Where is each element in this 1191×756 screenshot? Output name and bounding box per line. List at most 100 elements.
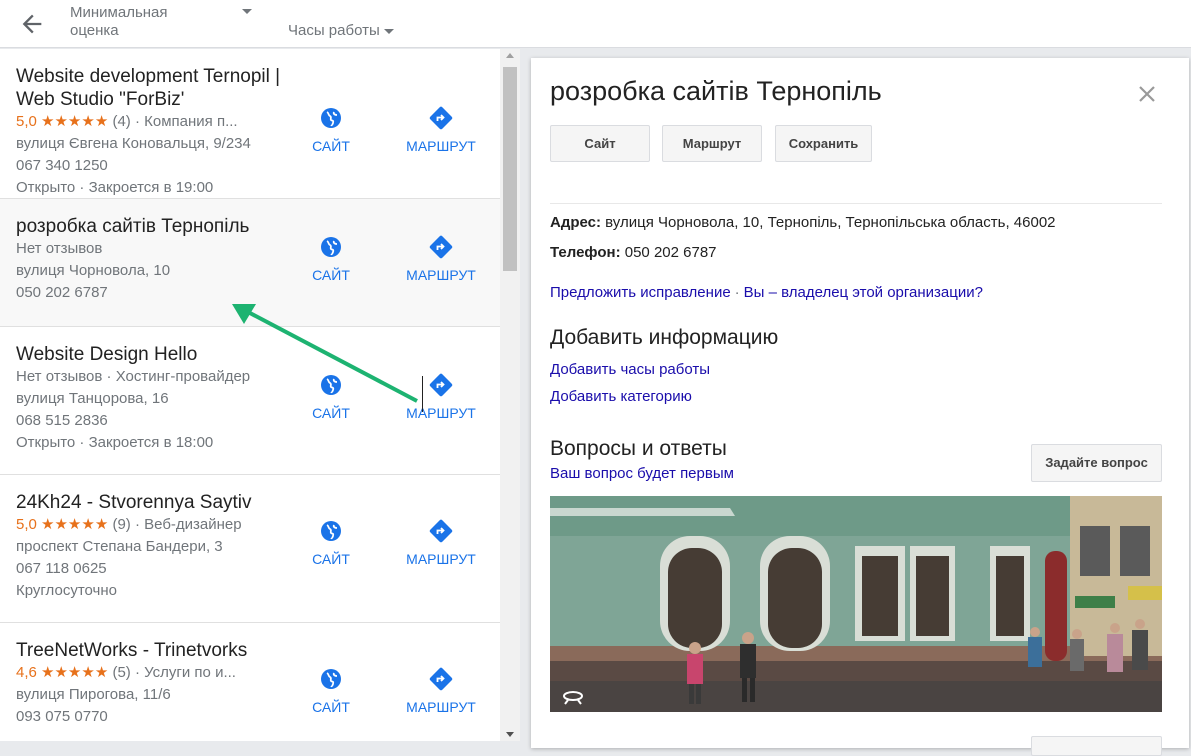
globe-icon <box>321 375 341 395</box>
site-button[interactable]: САЙТ <box>286 373 376 421</box>
suggest-edit-link[interactable]: Предложить исправление <box>550 284 731 301</box>
rating-value: 5,0 <box>16 113 37 130</box>
separator-dot: · <box>734 284 740 301</box>
rating-value: 4,6 <box>16 664 37 681</box>
result-item[interactable]: 24Kh24 - Stvorennya Saytiv 5,0 ★★★★★ (9)… <box>0 475 500 623</box>
qa-heading: Вопросы и ответы <box>550 437 727 460</box>
place-detail-panel: розробка сайтів Тернопіль Сайт Маршрут С… <box>531 58 1189 756</box>
result-item[interactable]: Website development Ternopil | Web Studi… <box>0 49 500 199</box>
qa-first-link[interactable]: Ваш вопрос будет первым <box>550 465 734 482</box>
route-button-label: МАРШРУТ <box>406 551 476 567</box>
route-button[interactable]: МАРШРУТ <box>396 373 486 421</box>
result-address: проспект Степана Бандери, 3 <box>16 538 223 555</box>
back-arrow-icon[interactable] <box>18 10 46 38</box>
directions-icon <box>429 106 453 130</box>
result-reviews: Нет отзывов · Хостинг-провайдер <box>16 368 251 385</box>
result-item[interactable]: розробка сайтів Тернопіль Нет отзывов ву… <box>0 199 500 327</box>
route-button[interactable]: МАРШРУТ <box>396 106 486 154</box>
site-button[interactable]: САЙТ <box>286 106 376 154</box>
directions-button[interactable]: Маршрут <box>662 125 762 162</box>
result-title[interactable]: 24Kh24 - Stvorennya Saytiv <box>16 491 286 514</box>
route-button-label: МАРШРУТ <box>406 267 476 283</box>
globe-icon <box>321 108 341 128</box>
site-button[interactable]: САЙТ <box>286 667 376 715</box>
result-hours: Открыто · Закроется в 18:00 <box>16 434 214 451</box>
review-count: (5) <box>112 664 131 681</box>
result-phone: 067 340 1250 <box>16 157 108 174</box>
scroll-down-icon[interactable] <box>506 732 514 737</box>
add-hours-link[interactable]: Добавить часы работы <box>550 361 710 378</box>
result-phone: 067 118 0625 <box>16 560 107 577</box>
hours-filter[interactable]: Часы работы <box>288 22 394 40</box>
scroll-up-icon[interactable] <box>506 53 514 58</box>
results-list: Website development Ternopil | Web Studi… <box>0 49 500 741</box>
result-address: вулиця Пирогова, 11/6 <box>16 686 171 703</box>
globe-icon <box>321 237 341 257</box>
result-rating-line: 4,6 ★★★★★ (5) · Услуги по и... <box>16 664 236 681</box>
hours-filter-label: Часы работы <box>288 22 380 39</box>
edit-links: Предложить исправление · Вы – владелец это… <box>550 284 983 301</box>
result-hours: Круглосуточно <box>16 582 117 599</box>
add-info-heading: Добавить информацию <box>550 326 779 349</box>
site-button[interactable]: САЙТ <box>286 235 376 283</box>
min-rating-filter[interactable]: Минимальная оценка <box>70 4 220 40</box>
result-category: Веб-дизайнер <box>144 516 242 533</box>
results-scrollbar[interactable] <box>500 49 520 741</box>
text-cursor <box>422 376 423 412</box>
address-label: Адрес: <box>550 214 601 231</box>
save-button[interactable]: Сохранить <box>775 125 872 162</box>
route-button-label: МАРШРУТ <box>406 699 476 715</box>
star-rating-icon: ★★★★★ <box>41 664 109 681</box>
result-address: вулиця Чорновола, 10 <box>16 262 171 279</box>
route-button[interactable]: МАРШРУТ <box>396 667 486 715</box>
add-category-link[interactable]: Добавить категорию <box>550 388 692 405</box>
result-rating-line: 5,0 ★★★★★ (9) · Веб-дизайнер <box>16 516 242 533</box>
result-address: вулиця Танцорова, 16 <box>16 390 169 407</box>
result-rating-line: 5,0 ★★★★★ (4) · Компания п... <box>16 113 238 130</box>
directions-icon <box>429 519 453 543</box>
result-category: Компания п... <box>144 113 238 130</box>
route-button-label: МАРШРУТ <box>406 405 476 421</box>
route-button[interactable]: МАРШРУТ <box>396 519 486 567</box>
result-phone: 068 515 2836 <box>16 412 108 429</box>
directions-icon <box>429 235 453 259</box>
result-title[interactable]: Website Design Hello <box>16 343 286 366</box>
site-button-label: САЙТ <box>312 138 350 154</box>
result-item[interactable]: Website Design Hello Нет отзывов · Хости… <box>0 327 500 475</box>
directions-icon <box>429 373 453 397</box>
street-view-photo[interactable] <box>550 496 1162 712</box>
globe-icon <box>321 669 341 689</box>
divider <box>550 203 1162 204</box>
phone-value[interactable]: 050 202 6787 <box>625 244 717 261</box>
route-button[interactable]: МАРШРУТ <box>396 235 486 283</box>
close-icon[interactable] <box>1135 82 1159 106</box>
phone-row: Телефон: 050 202 6787 <box>550 244 717 261</box>
ask-question-button[interactable]: Задайте вопрос <box>1031 444 1162 482</box>
phone-label: Телефон: <box>550 244 621 261</box>
hours-caret-icon <box>383 28 394 34</box>
star-rating-icon: ★★★★★ <box>41 516 109 533</box>
review-count: (9) <box>112 516 131 533</box>
result-address: вулиця Євгена Коновальця, 9/234 <box>16 135 251 152</box>
result-hours: Открыто · Закроется в 19:00 <box>16 179 214 196</box>
claim-business-link[interactable]: Вы – владелец этой организации? <box>744 284 983 301</box>
result-title[interactable]: TreeNetWorks - Trinetvorks <box>16 639 286 662</box>
more-button[interactable] <box>1031 736 1162 756</box>
site-button[interactable]: САЙТ <box>286 519 376 567</box>
result-title[interactable]: Website development Ternopil | Web Studi… <box>16 65 286 111</box>
star-rating-icon: ★★★★★ <box>41 113 109 130</box>
address-row: Адрес: вулиця Чорновола, 10, Тернопіль, … <box>550 214 1056 231</box>
result-item[interactable]: TreeNetWorks - Trinetvorks 4,6 ★★★★★ (5)… <box>0 623 500 741</box>
scrollbar-thumb[interactable] <box>503 67 517 271</box>
site-button-label: САЙТ <box>312 551 350 567</box>
rating-value: 5,0 <box>16 516 37 533</box>
site-button-label: САЙТ <box>312 699 350 715</box>
result-title[interactable]: розробка сайтів Тернопіль <box>16 215 286 238</box>
filter-bar: Минимальная оценка Часы работы <box>0 0 1191 48</box>
address-value: вулиця Чорновола, 10, Тернопіль, Тернопі… <box>605 214 1056 231</box>
result-reviews: Нет отзывов <box>16 240 103 257</box>
website-button[interactable]: Сайт <box>550 125 650 162</box>
directions-icon <box>429 667 453 691</box>
site-button-label: САЙТ <box>312 405 350 421</box>
min-rating-caret-icon[interactable] <box>242 9 252 14</box>
